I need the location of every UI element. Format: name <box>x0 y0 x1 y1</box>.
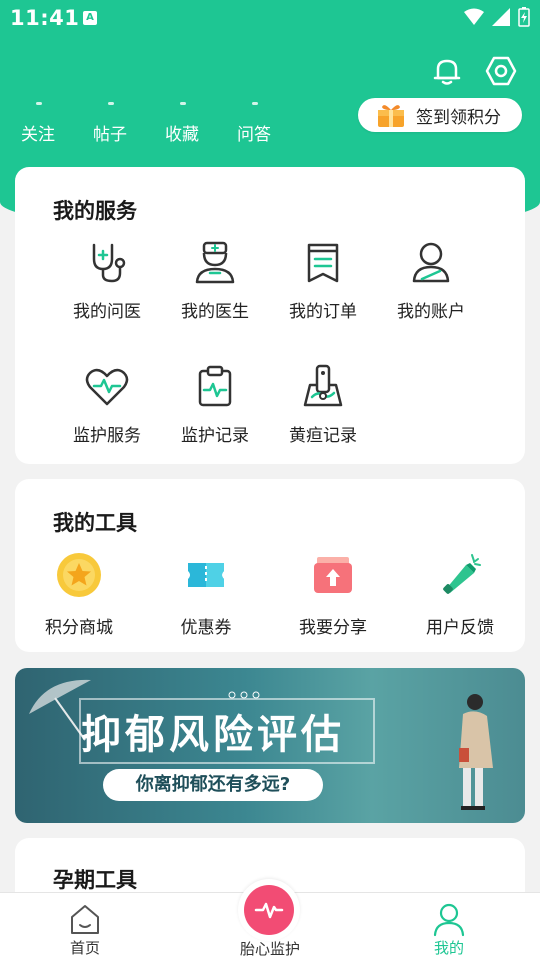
header-actions <box>430 54 518 88</box>
nav-mine[interactable]: 我的 <box>404 901 494 958</box>
tool-label: 积分商城 <box>45 618 113 638</box>
banner-subtitle: 你离抑郁还有多远? <box>103 769 323 801</box>
nav-home[interactable]: 首页 <box>40 901 130 958</box>
profile-stats: 关注 帖子 收藏 问答 <box>20 102 272 145</box>
nav-label: 我的 <box>433 939 464 957</box>
checkin-button[interactable]: 签到领积分 <box>358 98 522 132</box>
service-label: 监护服务 <box>73 426 141 446</box>
settings-icon[interactable] <box>484 54 518 88</box>
bell-icon[interactable] <box>430 54 464 88</box>
tool-share[interactable]: 我要分享 <box>269 551 397 638</box>
service-my-doctor[interactable]: 我的医生 <box>161 239 269 322</box>
nav-label: 首页 <box>69 939 100 957</box>
service-label: 我的订单 <box>289 302 357 322</box>
service-monitor[interactable]: 监护服务 <box>53 363 161 446</box>
heartbeat-icon <box>254 902 284 919</box>
tool-feedback[interactable]: 用户反馈 <box>396 551 524 638</box>
person-icon <box>433 903 465 937</box>
services-card: 我的服务 我的问医 我的医生 我的订单 我的账户 监护服务 监护记录 黄疸记录 <box>15 167 525 464</box>
order-icon <box>307 243 339 283</box>
stat-label: 关注 <box>21 125 55 145</box>
status-icons <box>464 7 530 27</box>
checkin-label: 签到领积分 <box>416 107 501 128</box>
service-label: 我的账户 <box>397 302 465 322</box>
tool-coupons[interactable]: 优惠券 <box>142 551 270 638</box>
gift-icon <box>378 105 404 127</box>
pregnancy-tools-title: 孕期工具 <box>53 868 137 892</box>
tool-label: 用户反馈 <box>426 618 494 638</box>
home-icon <box>71 905 99 934</box>
service-label: 我的医生 <box>181 302 249 322</box>
stethoscope-icon <box>92 243 126 283</box>
decorative-dots <box>228 691 260 699</box>
doctor-icon <box>195 241 235 284</box>
status-bar: 11:41 A <box>0 0 540 36</box>
wifi-icon <box>464 8 484 25</box>
stat-following[interactable]: 关注 <box>20 102 56 145</box>
service-monitor-records[interactable]: 监护记录 <box>161 363 269 446</box>
service-label: 我的问医 <box>73 302 141 322</box>
services-title: 我的服务 <box>53 199 137 223</box>
service-my-account[interactable]: 我的账户 <box>377 239 485 322</box>
tool-points-mall[interactable]: 积分商城 <box>15 551 143 638</box>
tools-title: 我的工具 <box>53 511 137 535</box>
stat-label: 问答 <box>237 125 271 145</box>
megaphone-icon <box>443 554 481 594</box>
star-coin-icon <box>57 553 101 597</box>
stat-favorites[interactable]: 收藏 <box>164 102 200 145</box>
service-my-orders[interactable]: 我的订单 <box>269 239 377 322</box>
stat-qa[interactable]: 问答 <box>236 102 272 145</box>
service-label: 监护记录 <box>181 426 249 446</box>
status-time: 11:41 <box>10 6 80 30</box>
clipboard-icon <box>198 365 232 407</box>
bottom-navigation: 首页 胎心监护 我的 <box>0 879 540 960</box>
stat-label: 帖子 <box>93 125 127 145</box>
notification-badge: A <box>83 11 97 25</box>
nav-fetal-monitor[interactable]: 胎心监护 <box>225 938 315 959</box>
coupon-icon <box>188 563 224 587</box>
share-box-icon <box>314 557 352 593</box>
stat-posts[interactable]: 帖子 <box>92 102 128 145</box>
service-my-consult[interactable]: 我的问医 <box>53 239 161 322</box>
depression-assessment-banner[interactable]: 抑郁风险评估 你离抑郁还有多远? <box>15 668 525 823</box>
account-icon <box>412 242 450 283</box>
tool-label: 优惠券 <box>180 618 232 638</box>
service-jaundice-records[interactable]: 黄疸记录 <box>269 363 377 446</box>
heart-monitor-icon <box>85 368 129 406</box>
battery-icon <box>518 7 530 27</box>
map-pin-icon <box>303 364 343 407</box>
tools-card: 我的工具 积分商城 优惠券 我要分享 用户反馈 <box>15 479 525 652</box>
nav-fetal-monitor-button[interactable] <box>244 885 294 935</box>
tool-label: 我要分享 <box>299 618 367 638</box>
stat-label: 收藏 <box>165 125 199 145</box>
nav-label: 胎心监护 <box>239 940 300 958</box>
banner-title: 抑郁风险评估 <box>81 711 345 758</box>
person-illustration <box>459 694 493 810</box>
signal-icon <box>492 8 510 26</box>
service-label: 黄疸记录 <box>289 426 357 446</box>
